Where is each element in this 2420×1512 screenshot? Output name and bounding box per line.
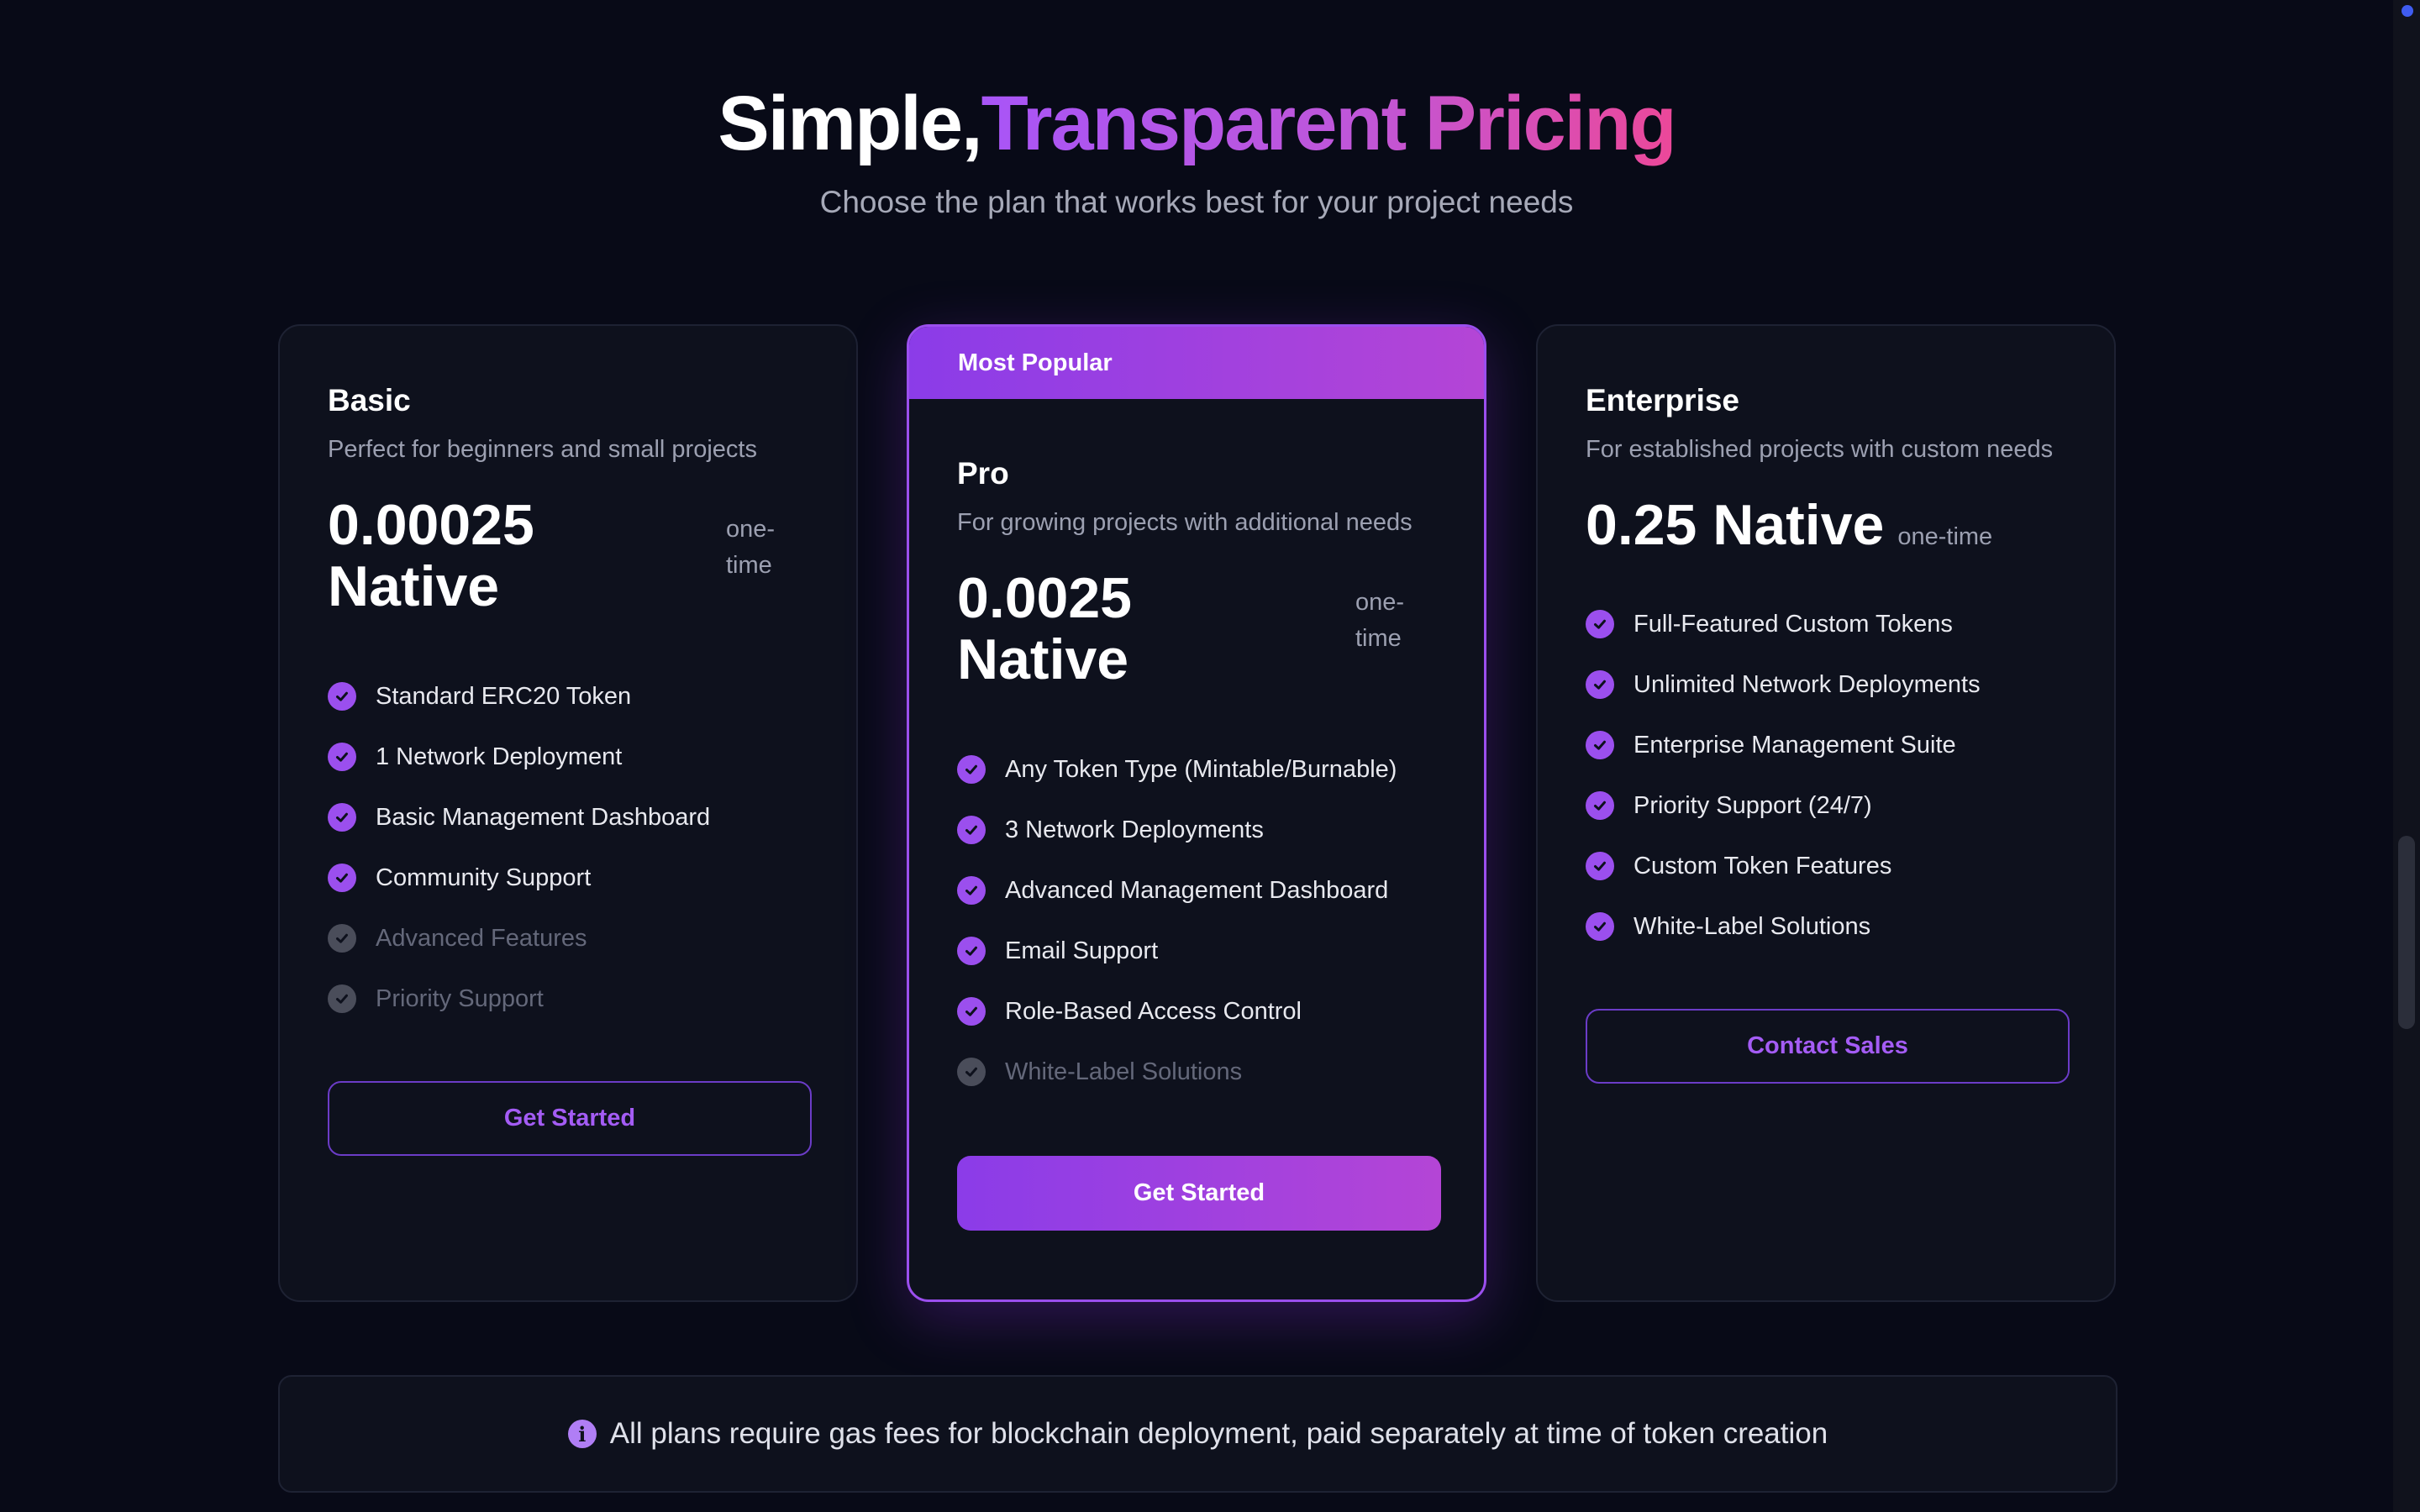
plan-name: Pro (957, 456, 1009, 491)
check-circle-icon (1586, 912, 1614, 941)
feature-label: Advanced Features (376, 924, 587, 952)
feature-label: Any Token Type (Mintable/Burnable) (1005, 755, 1397, 783)
get-started-button[interactable]: Get Started (328, 1081, 812, 1156)
plan-name: Basic (328, 383, 411, 417)
check-circle-icon (957, 755, 986, 784)
title-highlight: Transparent Pricing (981, 81, 1677, 166)
page-title: Simple,Transparent Pricing (0, 77, 2393, 170)
feature-label: 1 Network Deployment (376, 743, 623, 770)
plan-card-basic: Basic Perfect for beginners and small pr… (278, 324, 858, 1302)
check-circle-icon (328, 743, 356, 771)
check-circle-icon (957, 937, 986, 965)
scroll-indicator[interactable] (2402, 5, 2413, 17)
price-row: 0.25 Native one-time (1586, 495, 2066, 556)
check-circle-icon (957, 876, 986, 905)
feature-label: Basic Management Dashboard (376, 803, 711, 831)
page-scrollbar[interactable] (2393, 0, 2420, 1512)
check-circle-icon (1586, 670, 1614, 699)
plan-card-enterprise: Enterprise For established projects with… (1536, 324, 2116, 1302)
feature-item: Enterprise Management Suite (1586, 715, 2066, 775)
feature-label: White-Label Solutions (1634, 912, 1871, 940)
feature-item: Standard ERC20 Token (328, 666, 808, 727)
feature-label: Email Support (1005, 937, 1159, 964)
feature-list: Full-Featured Custom Tokens Unlimited Net… (1586, 594, 2066, 957)
feature-item: Advanced Management Dashboard (957, 860, 1436, 921)
plan-price: 0.0025 Native (957, 566, 1132, 691)
feature-label: Full-Featured Custom Tokens (1634, 610, 1953, 638)
price-period: one-time (1355, 589, 1405, 652)
gas-fee-notice-text: All plans require gas fees for blockchai… (609, 1417, 1828, 1450)
plan-description: Perfect for beginners and small projects (328, 436, 757, 463)
plan-price: 0.00025 Native (328, 493, 534, 618)
feature-item: Priority Support (24/7) (1586, 775, 2066, 836)
plan-card-pro: Most Popular Pro For growing projects wi… (907, 324, 1486, 1302)
feature-item: White-Label Solutions (1586, 896, 2066, 957)
feature-label: Advanced Management Dashboard (1005, 876, 1389, 904)
feature-item: Priority Support (328, 969, 808, 1029)
contact-sales-button[interactable]: Contact Sales (1586, 1009, 2070, 1084)
feature-label: Priority Support (376, 984, 544, 1012)
feature-item: Advanced Features (328, 908, 808, 969)
price-row: 0.0025 Native one-time (957, 568, 1436, 690)
feature-label: Enterprise Management Suite (1634, 731, 1956, 759)
scroll-thumb[interactable] (2398, 836, 2415, 1029)
title-primary: Simple, (718, 81, 982, 166)
check-circle-icon (328, 984, 356, 1013)
feature-label: White-Label Solutions (1005, 1058, 1243, 1085)
feature-label: Priority Support (24/7) (1634, 791, 1872, 819)
check-circle-icon (1586, 791, 1614, 820)
feature-list: Any Token Type (Mintable/Burnable) 3 Netw… (957, 739, 1436, 1102)
plan-card-content: Enterprise For established projects with… (1586, 376, 2070, 1084)
get-started-button[interactable]: Get Started (957, 1156, 1441, 1231)
check-circle-icon (1586, 852, 1614, 880)
feature-label: Standard ERC20 Token (376, 682, 632, 710)
plan-card-content: Pro For growing projects with additional… (957, 449, 1441, 1231)
plan-price: 0.25 Native (1586, 493, 1885, 557)
plan-description: For growing projects with additional nee… (957, 509, 1413, 536)
page-subtitle: Choose the plan that works best for your… (819, 185, 1574, 219)
feature-item: Full-Featured Custom Tokens (1586, 594, 2066, 654)
feature-item: Role-Based Access Control (957, 981, 1436, 1042)
check-circle-icon (1586, 610, 1614, 638)
feature-label: Custom Token Features (1634, 852, 1892, 879)
plan-description: For established projects with custom nee… (1586, 436, 2054, 463)
check-circle-icon (1586, 731, 1614, 759)
feature-label: Community Support (376, 864, 592, 891)
feature-item: Custom Token Features (1586, 836, 2066, 896)
price-period: one-time (1897, 523, 1993, 550)
feature-label: Unlimited Network Deployments (1634, 670, 1981, 698)
feature-list: Standard ERC20 Token 1 Network Deployment… (328, 666, 808, 1029)
gas-fee-notice: i All plans require gas fees for blockch… (278, 1375, 2118, 1493)
feature-item: Basic Management Dashboard (328, 787, 808, 848)
plan-card-content: Basic Perfect for beginners and small pr… (328, 376, 812, 1156)
check-circle-icon (328, 924, 356, 953)
check-circle-icon (957, 1058, 986, 1086)
feature-item: Community Support (328, 848, 808, 908)
pricing-page: Simple,Transparent Pricing Choose the pl… (0, 0, 2420, 1512)
check-circle-icon (957, 816, 986, 844)
price-row: 0.00025 Native one-time (328, 495, 808, 617)
check-circle-icon (328, 803, 356, 832)
plan-name: Enterprise (1586, 383, 1740, 417)
feature-label: 3 Network Deployments (1005, 816, 1264, 843)
price-period: one-time (726, 516, 776, 579)
feature-item: Unlimited Network Deployments (1586, 654, 2066, 715)
most-popular-badge: Most Popular (909, 327, 1484, 399)
info-icon: i (567, 1420, 597, 1448)
check-circle-icon (328, 864, 356, 892)
feature-label: Role-Based Access Control (1005, 997, 1302, 1025)
feature-item: Email Support (957, 921, 1436, 981)
feature-item: Any Token Type (Mintable/Burnable) (957, 739, 1436, 800)
feature-item: White-Label Solutions (957, 1042, 1436, 1102)
feature-item: 1 Network Deployment (328, 727, 808, 787)
feature-item: 3 Network Deployments (957, 800, 1436, 860)
check-circle-icon (328, 682, 356, 711)
check-circle-icon (957, 997, 986, 1026)
